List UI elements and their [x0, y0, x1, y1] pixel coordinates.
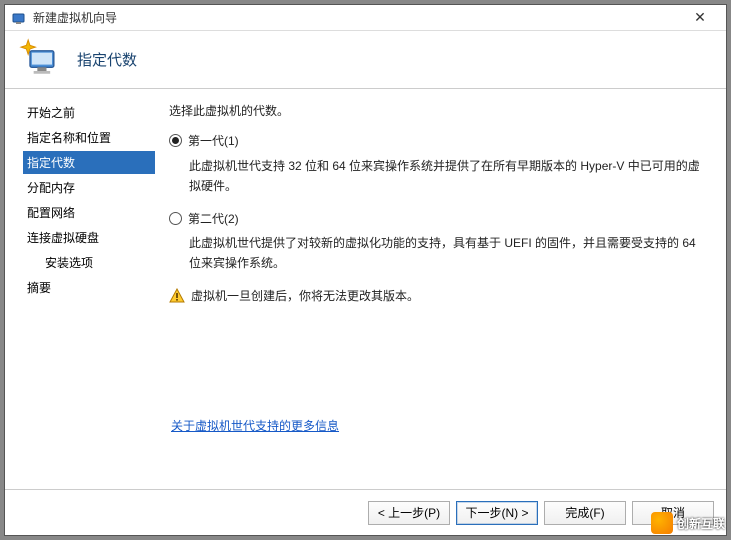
option-gen1-label: 第一代(1) [188, 131, 239, 151]
warning-row: 虚拟机一旦创建后，你将无法更改其版本。 [169, 286, 710, 306]
app-icon [11, 10, 27, 26]
wizard-steps: 开始之前 指定名称和位置 指定代数 分配内存 配置网络 连接虚拟硬盘 安装选项 … [5, 89, 155, 489]
wizard-icon [19, 38, 63, 82]
warning-text: 虚拟机一旦创建后，你将无法更改其版本。 [191, 286, 419, 306]
wizard-content: 选择此虚拟机的代数。 第一代(1) 此虚拟机世代支持 32 位和 64 位来宾操… [155, 89, 726, 489]
step-generation[interactable]: 指定代数 [23, 151, 155, 174]
wizard-header: 指定代数 [5, 31, 726, 89]
option-gen2[interactable]: 第二代(2) [169, 209, 710, 229]
step-name-location[interactable]: 指定名称和位置 [23, 126, 155, 149]
radio-gen2[interactable] [169, 212, 182, 225]
step-before-begin[interactable]: 开始之前 [23, 101, 155, 124]
warning-icon [169, 288, 185, 304]
step-assign-memory[interactable]: 分配内存 [23, 176, 155, 199]
page-title: 指定代数 [77, 49, 137, 70]
option-gen2-desc: 此虚拟机世代提供了对较新的虚拟化功能的支持，具有基于 UEFI 的固件，并且需要… [169, 233, 710, 274]
step-configure-network[interactable]: 配置网络 [23, 201, 155, 224]
wizard-window: 新建虚拟机向导 ✕ 指定代数 开始之前 指定名称和位置 指定代数 分配内存 配置… [4, 4, 727, 536]
radio-gen1[interactable] [169, 134, 182, 147]
option-gen1-desc: 此虚拟机世代支持 32 位和 64 位来宾操作系统并提供了在所有早期版本的 Hy… [169, 156, 710, 197]
back-button[interactable]: < 上一步(P) [368, 501, 450, 525]
option-gen1[interactable]: 第一代(1) [169, 131, 710, 151]
wizard-footer: < 上一步(P) 下一步(N) > 完成(F) 取消 [5, 489, 726, 535]
intro-text: 选择此虚拟机的代数。 [169, 101, 710, 121]
more-info-link[interactable]: 关于虚拟机世代支持的更多信息 [171, 419, 339, 433]
close-button[interactable]: ✕ [680, 9, 720, 26]
next-button[interactable]: 下一步(N) > [456, 501, 538, 525]
step-install-options[interactable]: 安装选项 [23, 251, 155, 274]
step-summary[interactable]: 摘要 [23, 276, 155, 299]
cancel-button[interactable]: 取消 [632, 501, 714, 525]
step-connect-vhd[interactable]: 连接虚拟硬盘 [23, 226, 155, 249]
finish-button[interactable]: 完成(F) [544, 501, 626, 525]
option-gen2-label: 第二代(2) [188, 209, 239, 229]
window-title: 新建虚拟机向导 [33, 9, 680, 26]
titlebar: 新建虚拟机向导 ✕ [5, 5, 726, 31]
